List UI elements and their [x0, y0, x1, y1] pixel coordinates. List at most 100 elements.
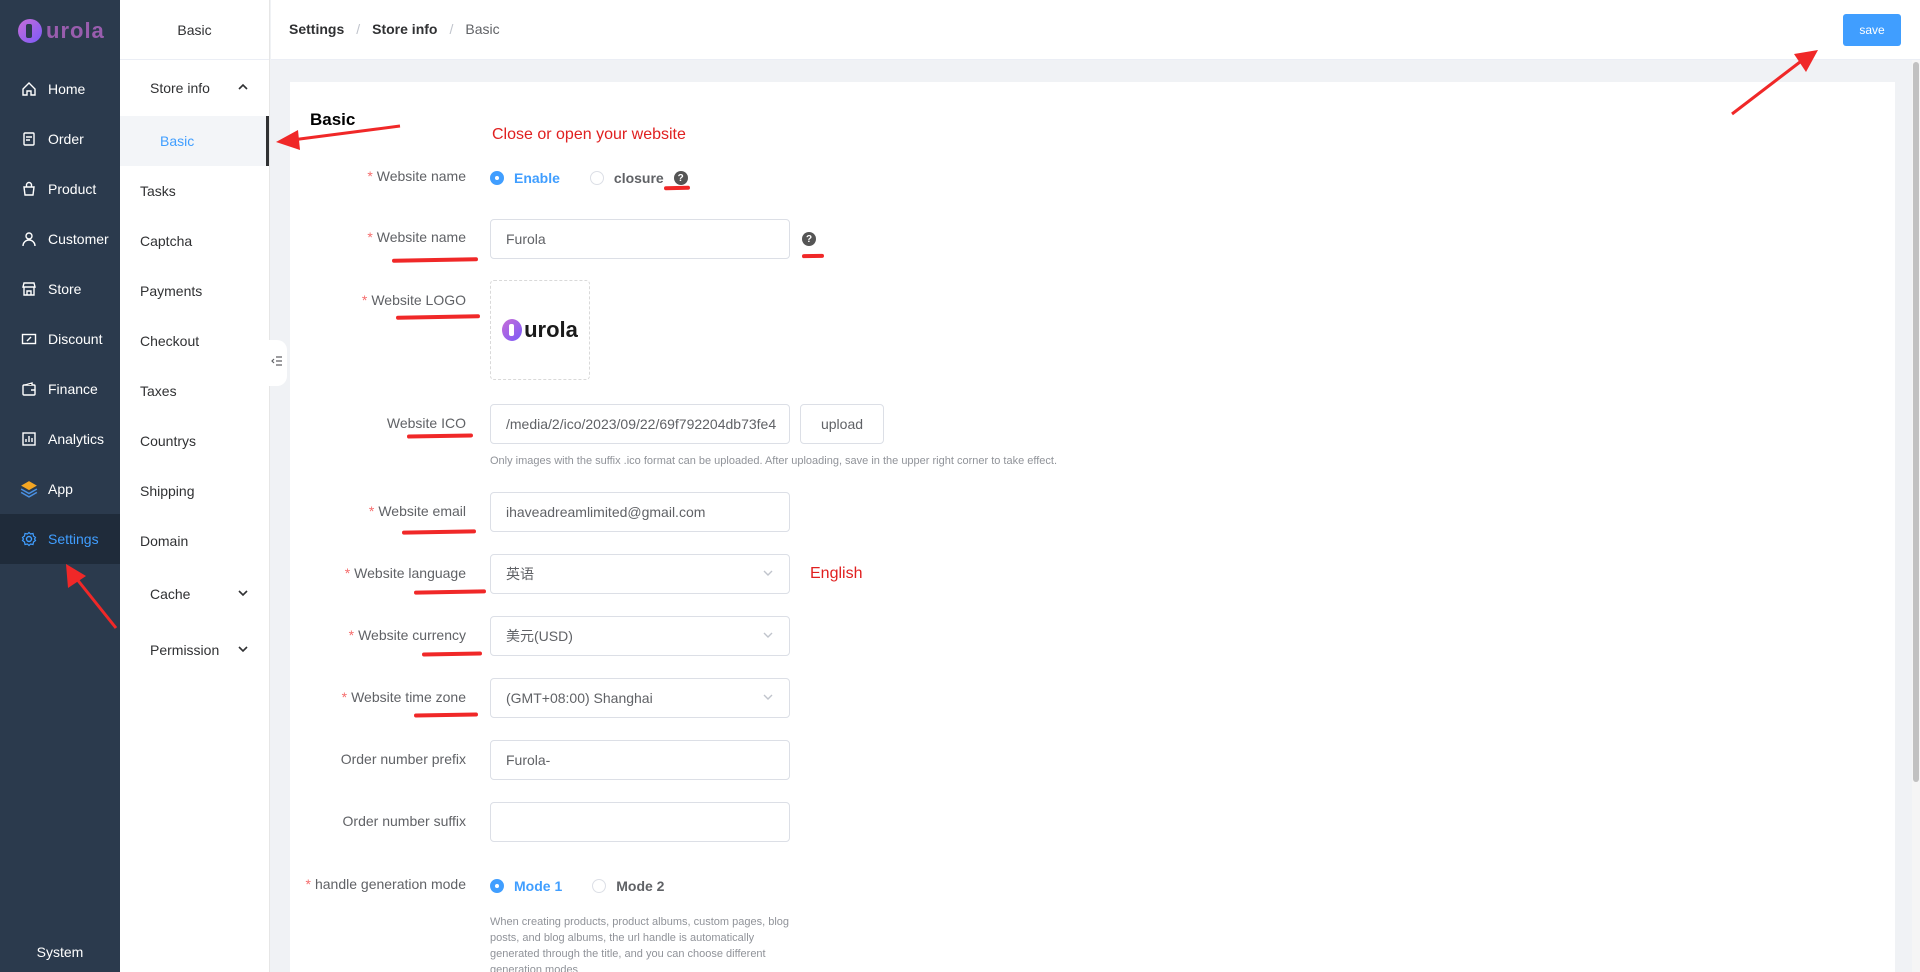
collapse-sidebar-button[interactable] — [267, 340, 287, 386]
sidebar-item-app[interactable]: App — [0, 464, 120, 514]
breadcrumb-separator: / — [356, 21, 361, 37]
form-label: Order number suffix — [342, 813, 466, 829]
website-ico-control: /media/2/ico/2023/09/22/69f792204db73fe4… — [490, 404, 884, 444]
subnav-item-label: Captcha — [140, 233, 193, 249]
sidebar-item-label: Finance — [48, 381, 98, 397]
order-prefix-control: Furola- — [490, 740, 790, 780]
sidebar-item-analytics[interactable]: Analytics — [0, 414, 120, 464]
save-button[interactable]: save — [1843, 14, 1901, 46]
subnav-item-basic[interactable]: Basic — [120, 116, 269, 166]
website-timezone-control: (GMT+08:00) Shanghai — [490, 678, 790, 718]
help-icon[interactable]: ? — [673, 171, 688, 185]
order-prefix-input[interactable]: Furola- — [490, 740, 790, 780]
form-label: * Website currency — [348, 627, 466, 643]
discount-icon — [20, 330, 38, 348]
analytics-icon — [20, 430, 38, 448]
website-name-input[interactable]: Furola — [490, 219, 790, 259]
subnav-item-domain[interactable]: Domain — [120, 516, 269, 566]
sidebar-item-product[interactable]: Product — [0, 164, 120, 214]
form-label: * Website email — [368, 503, 466, 519]
top-header: Settings / Store info / Basic save — [271, 0, 1920, 60]
subnav-group-store-info[interactable]: Store info — [120, 60, 269, 116]
subnav-item-label: Domain — [140, 533, 189, 549]
sidebar-item-home[interactable]: Home — [0, 64, 120, 114]
upload-button[interactable]: upload — [800, 404, 884, 444]
radio-closure[interactable]: closure — [589, 170, 664, 186]
app-icon — [20, 480, 38, 498]
store-icon — [20, 280, 38, 298]
breadcrumb-settings[interactable]: Settings — [289, 21, 344, 37]
subnav-group-permission[interactable]: Permission — [120, 622, 269, 678]
sidebar-item-finance[interactable]: Finance — [0, 364, 120, 414]
form-row-website-email: * Website email — [290, 503, 478, 519]
website-timezone-select[interactable]: (GMT+08:00) Shanghai — [490, 678, 790, 718]
subnav-item-label: Shipping — [140, 483, 195, 499]
sidebar-item-label: Analytics — [48, 431, 105, 447]
subnav-item-countrys[interactable]: Countrys — [120, 416, 269, 466]
sidebar-item-label: Customer — [48, 231, 109, 247]
website-language-control: 英语 — [490, 554, 790, 594]
sidebar-item-discount[interactable]: Discount — [0, 314, 120, 364]
breadcrumb-store-info[interactable]: Store info — [372, 21, 437, 37]
radio-enable[interactable]: Enable — [490, 170, 560, 186]
annotation-underline — [801, 253, 825, 259]
form-row-website-language: * Website language — [290, 565, 478, 581]
subnav-item-taxes[interactable]: Taxes — [120, 366, 269, 416]
form-row-website-logo: * Website LOGO — [290, 292, 478, 308]
select-value: (GMT+08:00) Shanghai — [506, 690, 653, 706]
sidebar-item-settings[interactable]: Settings — [0, 514, 120, 564]
website-status-radio-group: Enable closure ? — [490, 168, 688, 188]
main-sidebar: urola Home Order Product Customer Store … — [0, 0, 120, 972]
subnav-item-label: Countrys — [140, 433, 197, 449]
select-value: 英语 — [506, 566, 534, 582]
logo-mark-icon — [18, 19, 42, 43]
website-email-input[interactable]: ihaveadreamlimited@gmail.com — [490, 492, 790, 532]
subnav-item-checkout[interactable]: Checkout — [120, 316, 269, 366]
subnav-item-label: Tasks — [140, 183, 176, 199]
form-label: Order number prefix — [340, 751, 466, 767]
radio-mode-1[interactable]: Mode 1 — [490, 878, 562, 894]
settings-subnav: Basic Store info Basic Tasks Captcha Pay… — [120, 0, 270, 972]
radio-dot — [589, 171, 604, 185]
radio-label: Mode 1 — [514, 878, 563, 894]
subnav-item-captcha[interactable]: Captcha — [120, 216, 269, 266]
website-logo-control: urola — [490, 280, 590, 380]
breadcrumb-separator: / — [449, 21, 454, 37]
subnav-item-shipping[interactable]: Shipping — [120, 466, 269, 516]
brand-logo[interactable]: urola — [18, 14, 105, 48]
order-suffix-input[interactable] — [490, 802, 790, 842]
website-ico-input[interactable]: /media/2/ico/2023/09/22/69f792204db73fe4 — [490, 404, 790, 444]
subnav-item-label: Payments — [140, 283, 203, 299]
help-icon[interactable]: ? — [802, 232, 816, 246]
sidebar-item-customer[interactable]: Customer — [0, 214, 120, 264]
system-label[interactable]: System — [0, 944, 120, 960]
chevron-down-icon — [237, 642, 249, 658]
sidebar-item-label: Settings — [48, 531, 99, 547]
website-currency-select[interactable]: 美元(USD) — [490, 616, 790, 656]
subnav-item-tasks[interactable]: Tasks — [120, 166, 269, 216]
form-row-website-ico: Website ICO — [290, 415, 478, 431]
logo-upload-box[interactable]: urola — [490, 280, 590, 380]
form-row-website-timezone: * Website time zone — [290, 689, 478, 705]
radio-dot — [592, 879, 607, 893]
form-row-website-status: * Website name — [290, 168, 478, 184]
sidebar-item-label: Store — [48, 281, 82, 297]
ico-hint: Only images with the suffix .ico format … — [490, 455, 1058, 467]
website-name-control: Furola ? — [490, 219, 816, 259]
subnav-item-payments[interactable]: Payments — [120, 266, 269, 316]
form-row-order-prefix: Order number prefix — [290, 751, 478, 767]
sidebar-item-order[interactable]: Order — [0, 114, 120, 164]
select-value: 美元(USD) — [506, 628, 573, 644]
order-icon — [20, 130, 38, 148]
logo-mark-icon — [502, 319, 523, 341]
sidebar-item-store[interactable]: Store — [0, 264, 120, 314]
website-language-select[interactable]: 英语 — [490, 554, 790, 594]
scrollbar-thumb[interactable] — [1913, 62, 1919, 782]
form-label: * Website language — [344, 565, 466, 581]
chevron-down-icon — [762, 628, 774, 644]
radio-mode-2[interactable]: Mode 2 — [592, 878, 664, 894]
subnav-item-label: Checkout — [140, 333, 200, 349]
form-label: Website ICO — [386, 415, 466, 431]
subnav-group-cache[interactable]: Cache — [120, 566, 269, 622]
handle-mode-hint: When creating products, product albums, … — [490, 916, 789, 972]
